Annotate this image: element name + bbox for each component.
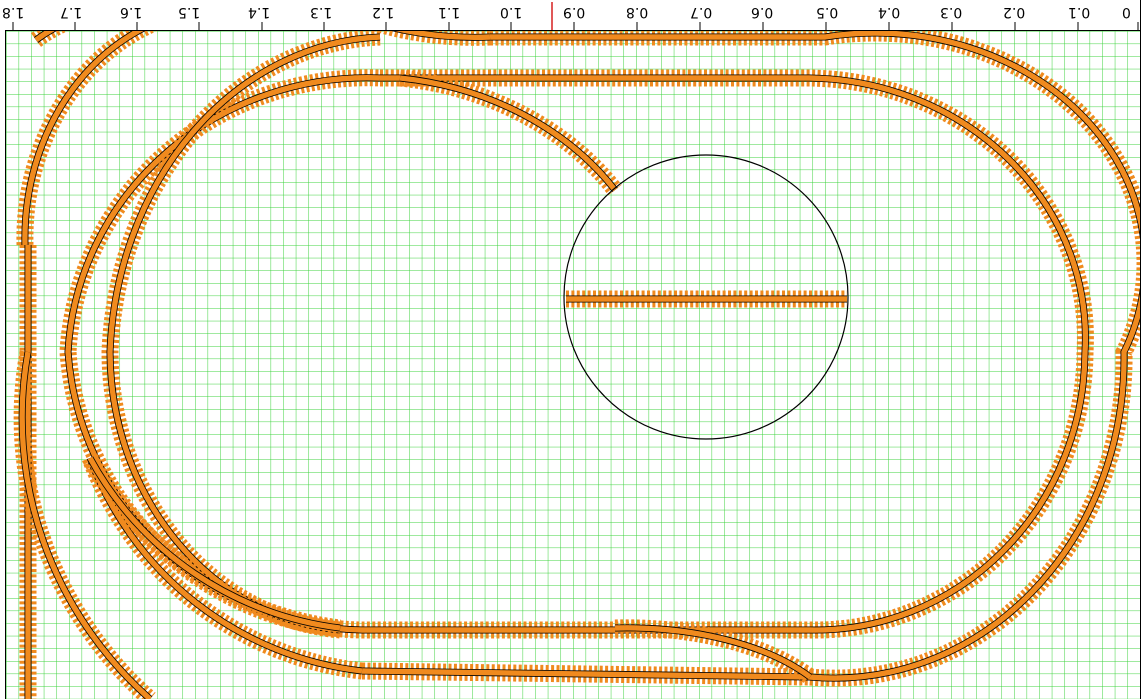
track-layout[interactable] <box>6 31 1140 699</box>
ruler-ticks <box>12 2 1139 30</box>
layout-canvas[interactable] <box>6 31 1140 699</box>
top-ruler: 1.8 1.7 1.6 1.5 1.4 1.3 1.2 1.1 1.0 0.9 … <box>0 0 1146 31</box>
right-ruler <box>1140 0 1146 699</box>
